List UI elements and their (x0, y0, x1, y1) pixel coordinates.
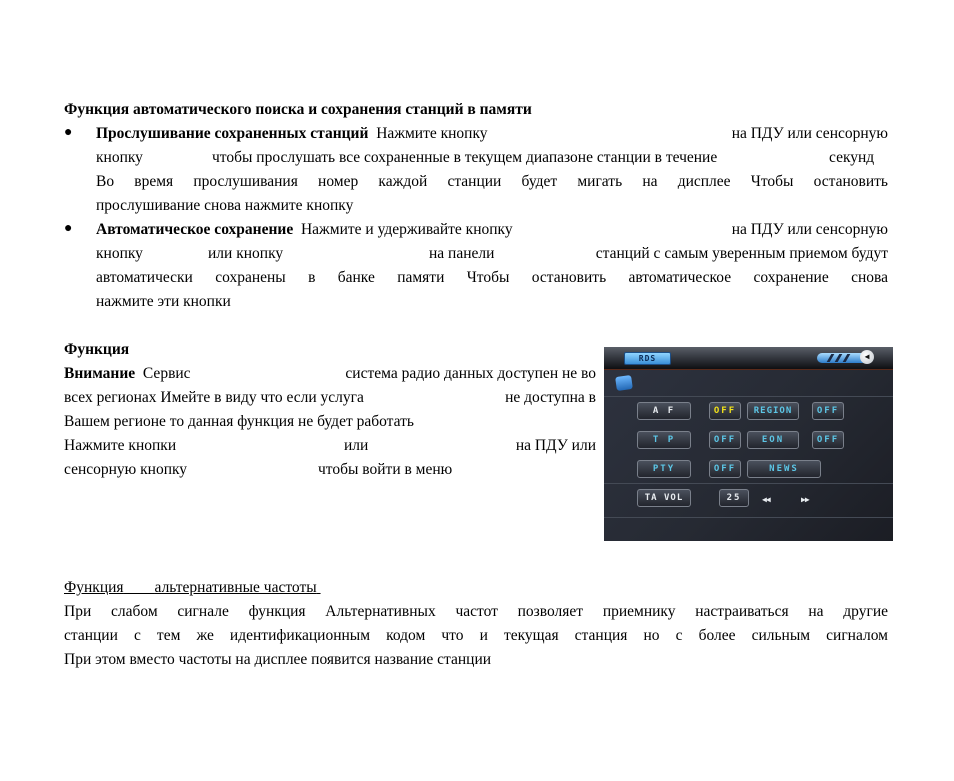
ta-vol-button[interactable]: TA VOL (637, 489, 691, 507)
pty-value[interactable]: OFF (709, 460, 741, 478)
tp-value[interactable]: OFF (709, 431, 741, 449)
divider (604, 483, 893, 484)
text-fragment: или кнопку (208, 245, 284, 262)
text-fragment: сенсорную кнопку (64, 461, 188, 478)
region-value[interactable]: OFF (812, 402, 844, 420)
bullet1-line3: Во время прослушивания номер каждой стан… (96, 173, 888, 190)
text-fragment: Нажмите и удерживайте кнопку (300, 221, 513, 238)
text-fragment: кнопку (96, 245, 143, 262)
eon-button[interactable]: EON (747, 431, 799, 449)
bullet2-line2: кнопку или кнопку на панели станций с са… (96, 244, 888, 264)
af-line1: При слабом сигнале функция Альтернативны… (64, 603, 888, 620)
tp-button[interactable]: T P (637, 431, 691, 449)
bullet2-line1: Автоматическое сохранение Нажмите и удер… (96, 220, 888, 240)
pty-button[interactable]: PTY (637, 460, 691, 478)
af-line2: станции с тем же идентификационным кодом… (64, 627, 888, 644)
news-button[interactable]: NEWS (747, 460, 821, 478)
rds-tab[interactable]: RDS (624, 352, 671, 365)
text-fragment: или (344, 437, 369, 454)
text-fragment: кнопку (96, 149, 143, 166)
section-heading-af: Функция альтернативные частоты (64, 578, 321, 598)
divider (604, 396, 893, 397)
rds-top-bar: RDS ◀ (604, 347, 893, 370)
rds-menu-screenshot: RDS ◀ A F OFF REGION OFF T P OFF EON OFF… (604, 347, 893, 541)
text-fragment: Сервис (142, 365, 191, 382)
bullet1-text: Нажмите кнопку (376, 125, 488, 142)
rds-note-line4: Нажмите кнопки или на ПДУ или (64, 436, 596, 456)
text-fragment: чтобы войти в меню (318, 461, 453, 478)
ta-vol-value: 25 (719, 489, 749, 507)
af-button[interactable]: A F (637, 402, 691, 420)
rds-note-line5: сенсорную кнопку чтобы войти в меню (64, 460, 452, 480)
bullet1-text-tail: на ПДУ или сенсорную (731, 125, 888, 142)
bullet-icon: ● (64, 125, 73, 140)
volume-down-icon[interactable]: ◀◀ (762, 495, 771, 504)
back-icon[interactable]: ◀ (860, 350, 874, 364)
text-fragment: на ПДУ или сенсорную (731, 221, 888, 238)
text-fragment: на ПДУ или (515, 437, 596, 454)
volume-up-icon[interactable]: ▶▶ (801, 495, 810, 504)
text-fragment: на панели (429, 245, 495, 262)
af-line3: При этом вместо частоты на дисплее появи… (64, 651, 492, 668)
section-heading-auto-search: Функция автоматического поиска и сохране… (64, 101, 532, 118)
bullet1-line1: Прослушивание сохраненных станций Нажмит… (96, 124, 888, 144)
region-button[interactable]: REGION (747, 402, 799, 420)
bullet1-line4: прослушивание снова нажмите кнопку (96, 197, 354, 214)
rds-note-line1: Внимание Сервис система радио данных дос… (64, 364, 596, 384)
bullet1-line2: кнопку чтобы прослушать все сохраненные … (96, 148, 888, 168)
text-fragment: секунд (829, 149, 875, 166)
text-fragment: Нажмите кнопки (64, 437, 177, 454)
bullet-icon: ● (64, 221, 73, 236)
section-heading-rds: Функция (64, 341, 130, 358)
eon-value[interactable]: OFF (812, 431, 844, 449)
rds-note-line3: Вашем регионе то данная функция не будет… (64, 413, 414, 430)
divider (604, 517, 893, 518)
text-fragment: чтобы прослушать все сохраненные в текущ… (212, 149, 718, 166)
text-fragment: альтернативные частоты (154, 579, 317, 596)
text-fragment: всех регионах Имейте в виду что если усл… (64, 389, 364, 406)
rds-logo-icon (615, 374, 633, 392)
text-fragment: система радио данных доступен не во (345, 365, 596, 382)
bullet2-line4: нажмите эти кнопки (96, 293, 231, 310)
text-fragment: не доступна в (505, 389, 596, 406)
note-label: Внимание (64, 365, 136, 382)
text-fragment: станций с самым уверенным приемом будут (595, 245, 888, 262)
text-fragment: Функция (64, 579, 124, 596)
bullet2-line3: автоматически сохранены в банке памяти Ч… (96, 269, 888, 286)
bullet2-title: Автоматическое сохранение (96, 221, 294, 238)
af-value[interactable]: OFF (709, 402, 741, 420)
rds-note-line2: всех регионах Имейте в виду что если усл… (64, 388, 596, 408)
bullet1-title: Прослушивание сохраненных станций (96, 125, 369, 142)
